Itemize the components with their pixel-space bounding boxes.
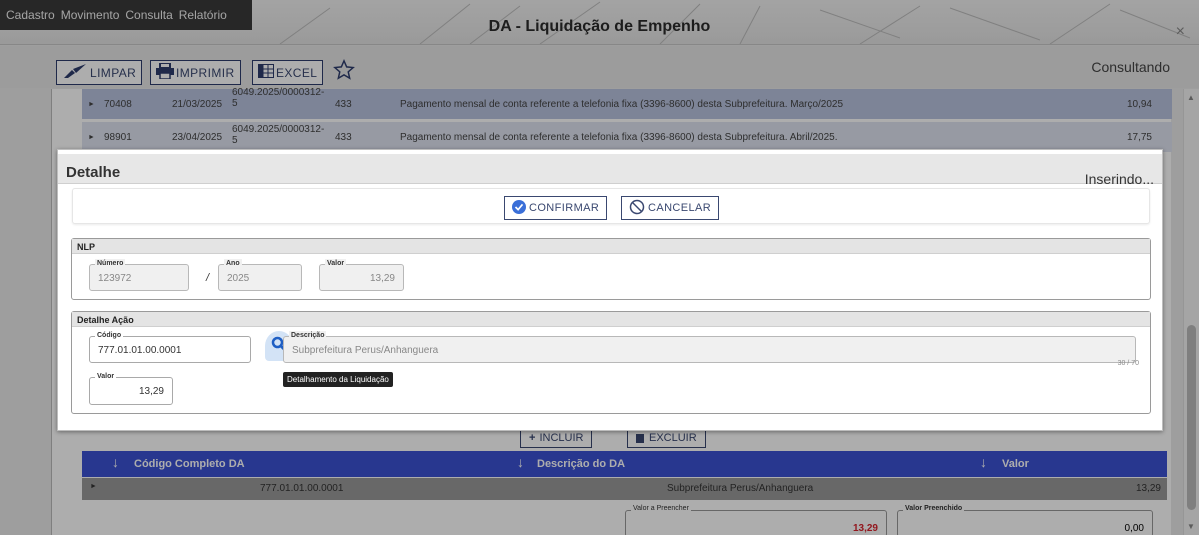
ano-value: 2025 xyxy=(227,273,250,284)
valor-label: Valor xyxy=(325,259,347,268)
confirm-label: CONFIRMAR xyxy=(529,202,600,214)
codigo-value: 777.01.01.00.0001 xyxy=(98,345,182,356)
ano-field: Ano 2025 xyxy=(218,259,302,291)
char-counter: 30 / 70 xyxy=(1117,360,1139,367)
app-window: Cadastro Movimento Consulta Relatório DA… xyxy=(0,0,1199,535)
detalhe-acao-section-title: Detalhe Ação xyxy=(72,312,1150,327)
dialog-title: Detalhe xyxy=(66,164,121,181)
dialog-actions: CONFIRMAR CANCELAR xyxy=(72,188,1150,224)
valor-value: 13,29 xyxy=(369,273,395,284)
detalhe-acao-section: Detalhe Ação Código 777.01.01.00.0001 De… xyxy=(71,311,1151,414)
nlp-section-title: NLP xyxy=(72,239,1150,254)
search-tooltip: Detalhamento da Liquidação xyxy=(283,372,393,387)
descricao-label: Descrição xyxy=(289,331,327,340)
descricao-field: Descrição Subprefeitura Perus/Anhanguera xyxy=(283,331,1136,363)
codigo-field[interactable]: Código 777.01.01.00.0001 xyxy=(89,331,251,363)
cancel-button[interactable]: CANCELAR xyxy=(621,196,720,220)
numero-field: Número 123972 xyxy=(89,259,189,291)
numero-label: Número xyxy=(95,259,126,268)
acao-valor-field[interactable]: Valor 13,29 xyxy=(89,372,173,405)
confirm-button[interactable]: CONFIRMAR xyxy=(504,196,608,220)
dialog-status: Inserindo... xyxy=(1084,171,1154,187)
codigo-label: Código xyxy=(95,331,124,340)
nlp-section: NLP Número 123972 / Ano 2025 Valor 13,29 xyxy=(71,238,1151,300)
separator: / xyxy=(206,272,210,284)
valor-field: Valor 13,29 xyxy=(319,259,404,291)
acao-valor-label: Valor xyxy=(95,372,117,381)
descricao-value: Subprefeitura Perus/Anhanguera xyxy=(292,345,439,356)
dialog-header: Detalhe Inserindo... xyxy=(58,154,1162,187)
cancel-label: CANCELAR xyxy=(648,202,712,214)
ano-label: Ano xyxy=(224,259,242,268)
detail-dialog: Detalhe Inserindo... CONFIRMAR CANCELAR … xyxy=(57,149,1163,431)
numero-value: 123972 xyxy=(98,273,132,284)
cancel-circle-icon xyxy=(629,199,648,218)
check-circle-icon xyxy=(512,199,529,217)
acao-valor-value: 13,29 xyxy=(138,386,164,397)
